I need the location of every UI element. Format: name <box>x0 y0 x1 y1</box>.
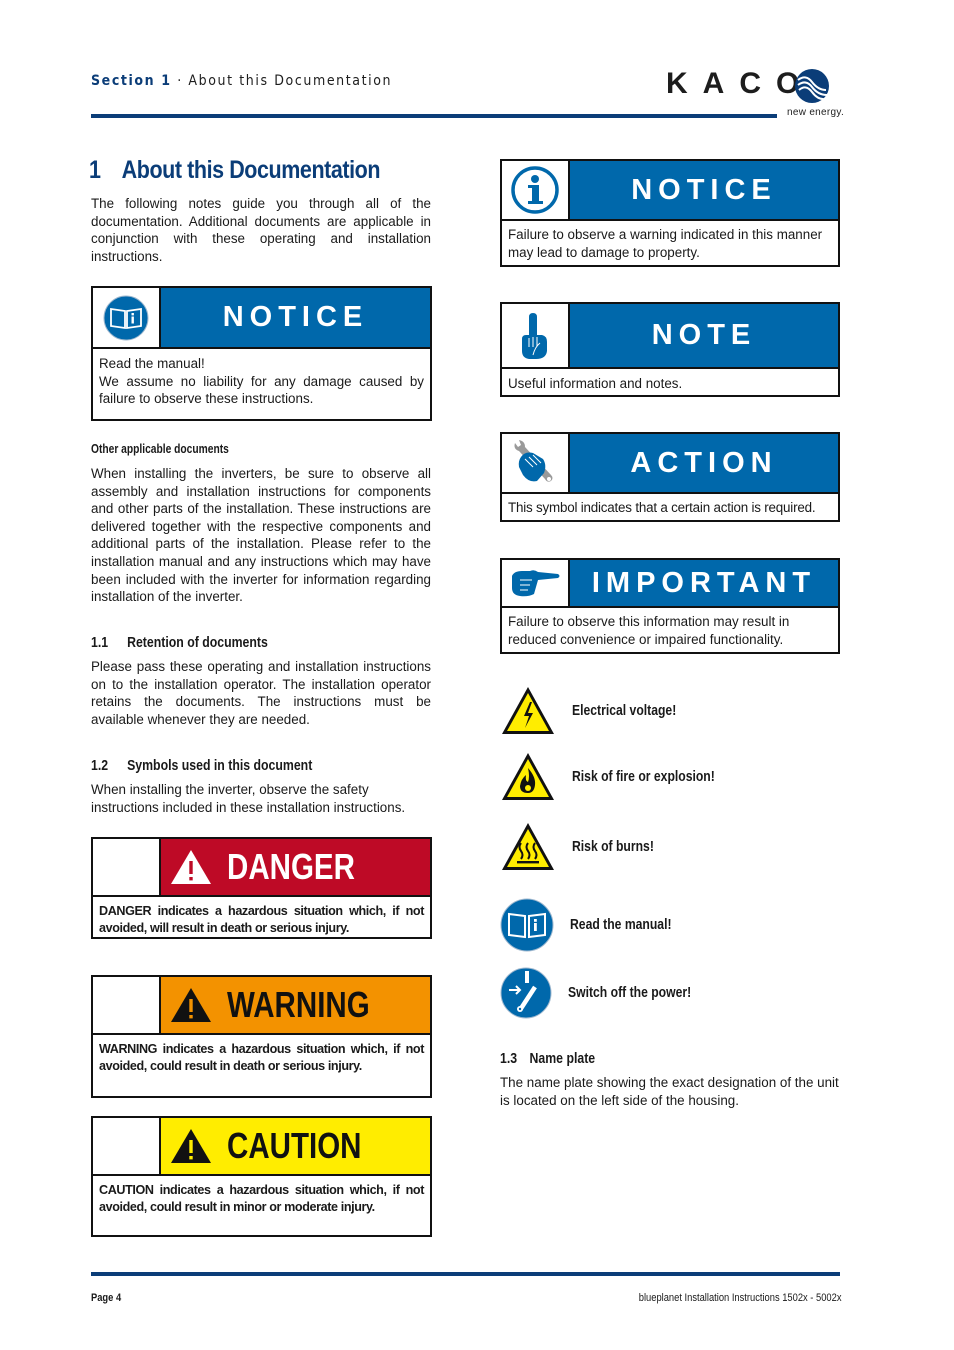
important-title: IMPORTANT <box>591 566 817 599</box>
danger-title: DANGER <box>227 846 355 887</box>
warning-box: WARNING WARNING indicates a hazardous si… <box>91 975 432 1098</box>
symbol-hot-surface: Risk of burns! <box>500 821 669 873</box>
fire-explosion-icon <box>502 753 554 800</box>
note-box: NOTE Useful information and notes. <box>500 302 840 397</box>
section-1-2-paragraph: When installing the inverter, observe th… <box>91 782 406 815</box>
action-title: ACTION <box>630 446 778 479</box>
kaco-logo-icon <box>795 69 829 103</box>
section-number: Section 1 <box>91 73 172 89</box>
symbol-label: Risk of fire or explosion! <box>572 769 715 785</box>
blank-icon-cell <box>93 977 161 1033</box>
symbol-label: Electrical voltage! <box>572 703 677 719</box>
notice-line-1: Read the manual! <box>99 356 205 371</box>
warning-triangle-icon <box>171 850 211 884</box>
warning-text: WARNING indicates a hazardous situation … <box>99 1042 424 1073</box>
read-manual-icon <box>93 288 161 347</box>
breadcrumb-separator: · <box>177 73 183 89</box>
action-text: This symbol indicates that a certain act… <box>508 500 816 515</box>
section-1-1-paragraph: Please pass these operating and installa… <box>91 659 431 727</box>
page-heading: 1 About this Documentation <box>89 156 381 185</box>
kaco-logo-text: KACO <box>666 67 815 100</box>
logo-tagline: new energy. <box>787 107 845 118</box>
notice-title: NOTICE <box>631 173 777 206</box>
other-docs-paragraph: When installing the inverters, be sure t… <box>91 466 431 605</box>
page-number: Page 4 <box>91 1292 122 1304</box>
section-title: About this Documentation <box>188 73 393 89</box>
notice-box-read-manual: NOTICE Read the manual! We assume no lia… <box>91 286 432 421</box>
pointing-finger-up-icon <box>502 304 570 367</box>
symbol-fire-explosion: Risk of fire or explosion! <box>500 751 742 803</box>
symbol-label: Risk of burns! <box>572 839 654 855</box>
important-text: Failure to observe this information may … <box>508 614 790 647</box>
section-1-2-heading: 1.2 Symbols used in this document <box>91 757 312 774</box>
symbol-switch-off-power: Switch off the power! <box>500 967 715 1019</box>
notice-text: Failure to observe a warning indicated i… <box>508 227 823 260</box>
notice-line-2: We assume no liability for any damage ca… <box>99 373 424 407</box>
section-number: 1.2 <box>91 757 109 774</box>
action-box: ACTION This symbol indicates that a cert… <box>500 432 840 522</box>
danger-box: DANGER DANGER indicates a hazardous situ… <box>91 837 432 939</box>
blank-icon-cell <box>93 839 161 895</box>
info-icon <box>502 161 570 219</box>
notice-title: NOTICE <box>222 301 369 333</box>
danger-text: DANGER indicates a hazardous situation w… <box>99 904 424 935</box>
caution-title: CAUTION <box>227 1125 362 1166</box>
warning-title: WARNING <box>227 984 370 1025</box>
read-manual-icon <box>500 898 554 952</box>
note-text: Useful information and notes. <box>508 376 683 391</box>
symbol-label: Switch off the power! <box>568 985 692 1001</box>
electrical-voltage-icon <box>502 687 554 734</box>
section-title: Symbols used in this document <box>127 757 313 774</box>
switch-off-power-icon <box>500 967 552 1019</box>
section-1-3-heading: 1.3 Name plate <box>500 1050 595 1067</box>
hot-surface-icon <box>502 823 554 870</box>
section-1-1-heading: 1.1 Retention of documents <box>91 634 268 651</box>
section-number: 1.1 <box>91 634 109 651</box>
notice-box-property: NOTICE Failure to observe a warning indi… <box>500 159 840 267</box>
caution-box: CAUTION CAUTION indicates a hazardous si… <box>91 1116 432 1237</box>
heading-text: About this Documentation <box>121 156 381 184</box>
header-rule <box>91 114 777 118</box>
section-title: Name plate <box>529 1050 596 1067</box>
symbol-label: Read the manual! <box>570 917 672 933</box>
caution-text: CAUTION indicates a hazardous situation … <box>99 1183 424 1214</box>
document-title: blueplanet Installation Instructions 150… <box>638 1292 841 1304</box>
section-number: 1.3 <box>500 1050 518 1067</box>
section-1-3-paragraph: The name plate showing the exact designa… <box>500 1075 839 1108</box>
warning-triangle-icon <box>171 1129 211 1163</box>
heading-number: 1 <box>89 156 101 184</box>
section-breadcrumb: Section 1 · About this Documentation <box>91 73 392 89</box>
pointing-hand-right-icon <box>502 560 570 606</box>
intro-paragraph: The following notes guide you through al… <box>91 196 431 264</box>
important-box: IMPORTANT Failure to observe this inform… <box>500 558 840 654</box>
symbol-read-manual: Read the manual! <box>500 898 691 952</box>
section-title: Retention of documents <box>127 634 268 651</box>
footer-rule <box>91 1272 840 1276</box>
other-docs-heading: Other applicable documents <box>91 442 229 456</box>
symbol-electrical-voltage: Electrical voltage! <box>500 685 696 737</box>
hand-wrench-icon <box>502 434 570 492</box>
blank-icon-cell <box>93 1118 161 1174</box>
note-title: NOTE <box>651 319 757 351</box>
warning-triangle-icon <box>171 988 211 1022</box>
